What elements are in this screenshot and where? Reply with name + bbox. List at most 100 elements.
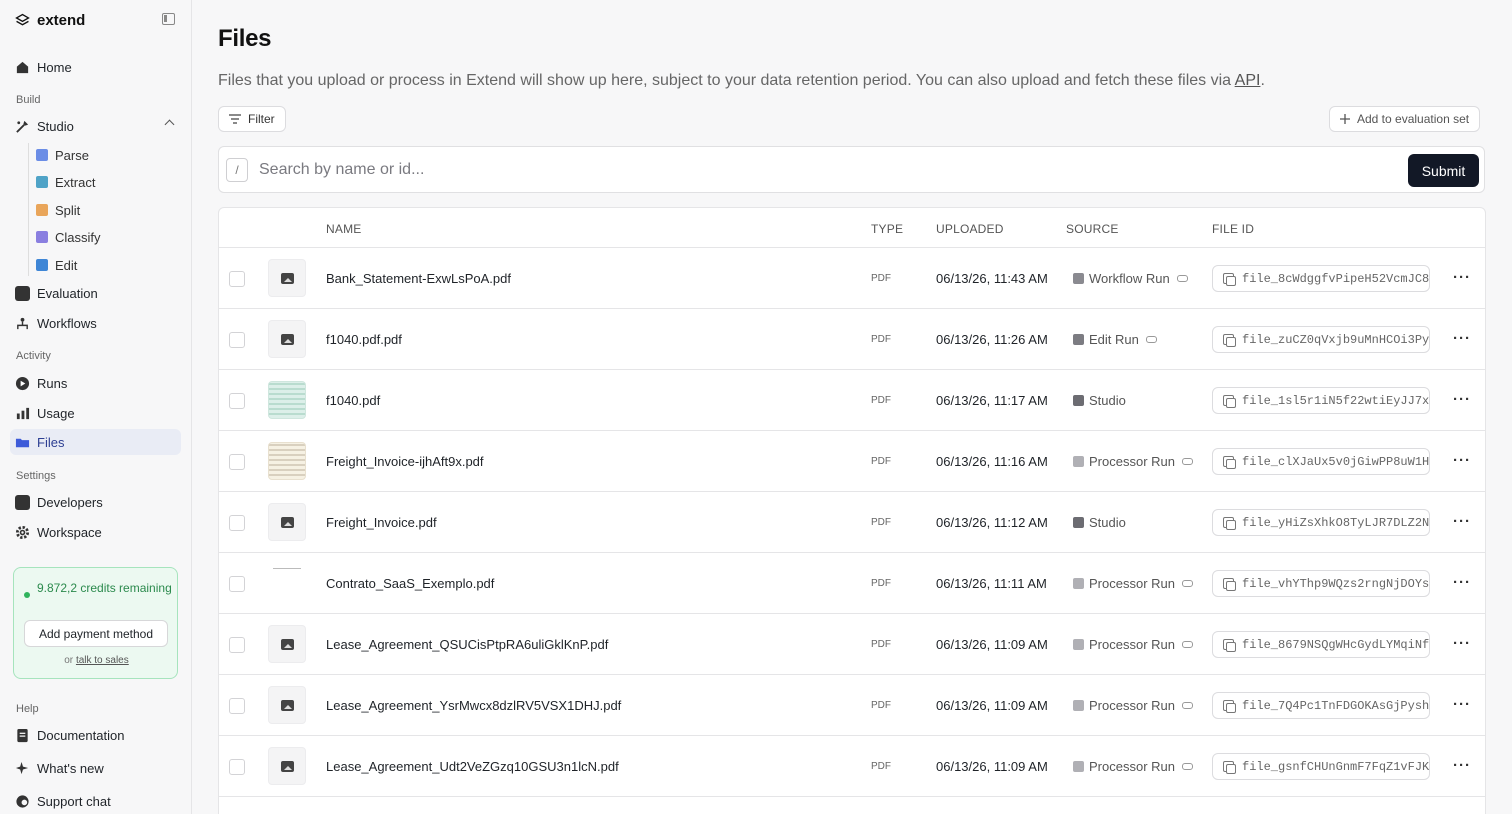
- talk-to-sales-link[interactable]: talk to sales: [76, 655, 129, 666]
- table-row[interactable]: Bank_Statement-ExwLsPoA.pdf PDF 06/13/26, …: [219, 248, 1485, 309]
- more-options-icon[interactable]: ···: [1453, 575, 1471, 590]
- collapse-sidebar-icon[interactable]: [162, 13, 175, 25]
- file-name[interactable]: Freight_Invoice.pdf: [326, 515, 437, 530]
- sidebar-item-workflows[interactable]: Workflows: [10, 310, 181, 336]
- row-checkbox[interactable]: [229, 454, 245, 470]
- sidebar-subitem-classify[interactable]: Classify: [36, 226, 176, 248]
- row-checkbox[interactable]: [229, 515, 245, 531]
- sidebar-item-label: Files: [37, 434, 65, 450]
- row-checkbox[interactable]: [229, 637, 245, 653]
- sidebar-subitem-extract[interactable]: Extract: [36, 171, 176, 193]
- more-options-icon[interactable]: ···: [1453, 453, 1471, 468]
- column-header-name[interactable]: NAME: [326, 222, 361, 236]
- file-thumbnail[interactable]: [268, 320, 306, 358]
- row-checkbox[interactable]: [229, 698, 245, 714]
- table-row[interactable]: Lease_Agreement_YsrMwcx8dzlRV5VSX1DHJ.pd…: [219, 675, 1485, 736]
- sidebar-subitem-split[interactable]: Split: [36, 199, 176, 221]
- table-row[interactable]: f1040.pdf.pdf PDF 06/13/26, 11:26 AM Edit R…: [219, 309, 1485, 370]
- brand-logo[interactable]: extend: [14, 11, 85, 29]
- sidebar-item-label: Support chat: [37, 793, 111, 809]
- add-payment-method-button[interactable]: Add payment method: [24, 620, 168, 647]
- file-source[interactable]: Workflow Run: [1073, 271, 1188, 286]
- sidebar-item-studio[interactable]: Studio: [10, 113, 181, 139]
- row-checkbox[interactable]: [229, 576, 245, 592]
- more-options-icon[interactable]: ···: [1453, 331, 1471, 346]
- file-source[interactable]: Processor Run: [1073, 576, 1193, 591]
- add-to-evaluation-set-button[interactable]: Add to evaluation set: [1329, 106, 1481, 132]
- more-options-icon[interactable]: ···: [1453, 270, 1471, 285]
- file-source[interactable]: Processor Run: [1073, 759, 1193, 774]
- copy-file-id-button[interactable]: file_gsnfCHUnGnmF7FqZ1vFJK: [1212, 753, 1430, 780]
- file-source[interactable]: Edit Run: [1073, 332, 1157, 347]
- file-thumbnail[interactable]: [268, 442, 306, 480]
- file-source[interactable]: Processor Run: [1073, 454, 1193, 469]
- sidebar-item-label: Split: [55, 202, 81, 218]
- copy-file-id-button[interactable]: file_yHiZsXhkO8TyLJR7DLZ2N: [1212, 509, 1430, 536]
- copy-file-id-button[interactable]: file_zuCZ0qVxjb9uMnHCOi3Py: [1212, 326, 1430, 353]
- file-name[interactable]: f1040.pdf.pdf: [326, 332, 402, 347]
- sidebar-item-support-chat[interactable]: Support chat: [10, 788, 181, 814]
- file-source[interactable]: Processor Run: [1073, 637, 1193, 652]
- copy-file-id-button[interactable]: file_8679NSQgWHcGydLYMqiNf: [1212, 631, 1430, 658]
- more-options-icon[interactable]: ···: [1453, 758, 1471, 773]
- submit-button[interactable]: Submit: [1408, 154, 1479, 187]
- column-header-uploaded[interactable]: UPLOADED: [936, 222, 1004, 236]
- file-thumbnail[interactable]: [268, 625, 306, 663]
- file-thumbnail[interactable]: [268, 381, 306, 419]
- file-thumbnail[interactable]: [268, 259, 306, 297]
- file-thumbnail[interactable]: [268, 503, 306, 541]
- sidebar-item-developers[interactable]: Developers: [10, 489, 181, 515]
- api-link[interactable]: API: [1235, 72, 1261, 89]
- credits-remaining: 9.872,2 credits remaining: [37, 581, 172, 595]
- sidebar-item-home[interactable]: Home: [10, 54, 181, 80]
- more-options-icon[interactable]: ···: [1453, 392, 1471, 407]
- file-name[interactable]: Lease_Agreement_QSUCisPtpRA6uliGklKnP.pd…: [326, 637, 608, 652]
- copy-file-id-button[interactable]: file_vhYThp9WQzs2rngNjDOYs: [1212, 570, 1430, 597]
- search-input[interactable]: [259, 155, 1359, 185]
- table-row[interactable]: Lease_Agreement_Udt2VeZGzq10GSU3n1lcN.pd…: [219, 736, 1485, 797]
- sidebar-item-files[interactable]: Files: [10, 429, 181, 455]
- filter-button[interactable]: Filter: [218, 106, 286, 132]
- file-type: PDF: [871, 578, 891, 589]
- table-row[interactable]: f1040.pdf PDF 06/13/26, 11:17 AM Studio file…: [219, 370, 1485, 431]
- file-name[interactable]: f1040.pdf: [326, 393, 380, 408]
- sidebar-item-evaluation[interactable]: Evaluation: [10, 280, 181, 306]
- file-source[interactable]: Studio: [1073, 393, 1126, 408]
- file-source[interactable]: Processor Run: [1073, 698, 1193, 713]
- file-name[interactable]: Lease_Agreement_YsrMwcx8dzlRV5VSX1DHJ.pd…: [326, 698, 621, 713]
- column-header-type[interactable]: TYPE: [871, 222, 903, 236]
- copy-file-id-button[interactable]: file_clXJaUx5v0jGiwPP8uW1H: [1212, 448, 1430, 475]
- table-row[interactable]: Freight_Invoice.pdf PDF 06/13/26, 11:12 AM…: [219, 492, 1485, 553]
- file-thumbnail[interactable]: [268, 564, 306, 602]
- sidebar-item-usage[interactable]: Usage: [10, 400, 181, 426]
- table-row[interactable]: Contrato_SaaS_Exemplo.pdf PDF 06/13/26, 11…: [219, 553, 1485, 614]
- copy-file-id-button[interactable]: file_1sl5r1iN5f22wtiEyJJ7x: [1212, 387, 1430, 414]
- more-options-icon[interactable]: ···: [1453, 636, 1471, 651]
- sidebar-item-workspace[interactable]: Workspace: [10, 519, 181, 545]
- copy-file-id-button[interactable]: file_7Q4Pc1TnFDGOKAsGjPysh: [1212, 692, 1430, 719]
- table-row[interactable]: Lease_Agreement_QSUCisPtpRA6uliGklKnP.pd…: [219, 614, 1485, 675]
- row-checkbox[interactable]: [229, 759, 245, 775]
- sidebar-item-whats-new[interactable]: What's new: [10, 755, 181, 781]
- more-options-icon[interactable]: ···: [1453, 514, 1471, 529]
- file-source[interactable]: Studio: [1073, 515, 1126, 530]
- copy-file-id-button[interactable]: file_8cWdggfvPipeH52VcmJC8: [1212, 265, 1430, 292]
- table-row[interactable]: Freight_Invoice-ijhAft9x.pdf PDF 06/13/26,…: [219, 431, 1485, 492]
- file-name[interactable]: Contrato_SaaS_Exemplo.pdf: [326, 576, 494, 591]
- sidebar-subitem-edit[interactable]: Edit: [36, 254, 176, 276]
- file-name[interactable]: Bank_Statement-ExwLsPoA.pdf: [326, 271, 511, 286]
- more-options-icon[interactable]: ···: [1453, 697, 1471, 712]
- sidebar-subitem-parse[interactable]: Parse: [36, 144, 176, 166]
- file-name[interactable]: Lease_Agreement_Udt2VeZGzq10GSU3n1lcN.pd…: [326, 759, 619, 774]
- column-header-file-id[interactable]: FILE ID: [1212, 222, 1254, 236]
- row-checkbox[interactable]: [229, 332, 245, 348]
- sidebar-item-documentation[interactable]: Documentation: [10, 722, 181, 748]
- file-thumbnail[interactable]: [268, 686, 306, 724]
- chevron-up-icon[interactable]: [164, 119, 175, 130]
- column-header-source[interactable]: SOURCE: [1066, 222, 1119, 236]
- file-thumbnail[interactable]: [268, 747, 306, 785]
- row-checkbox[interactable]: [229, 271, 245, 287]
- row-checkbox[interactable]: [229, 393, 245, 409]
- sidebar-item-runs[interactable]: Runs: [10, 370, 181, 396]
- file-name[interactable]: Freight_Invoice-ijhAft9x.pdf: [326, 454, 484, 469]
